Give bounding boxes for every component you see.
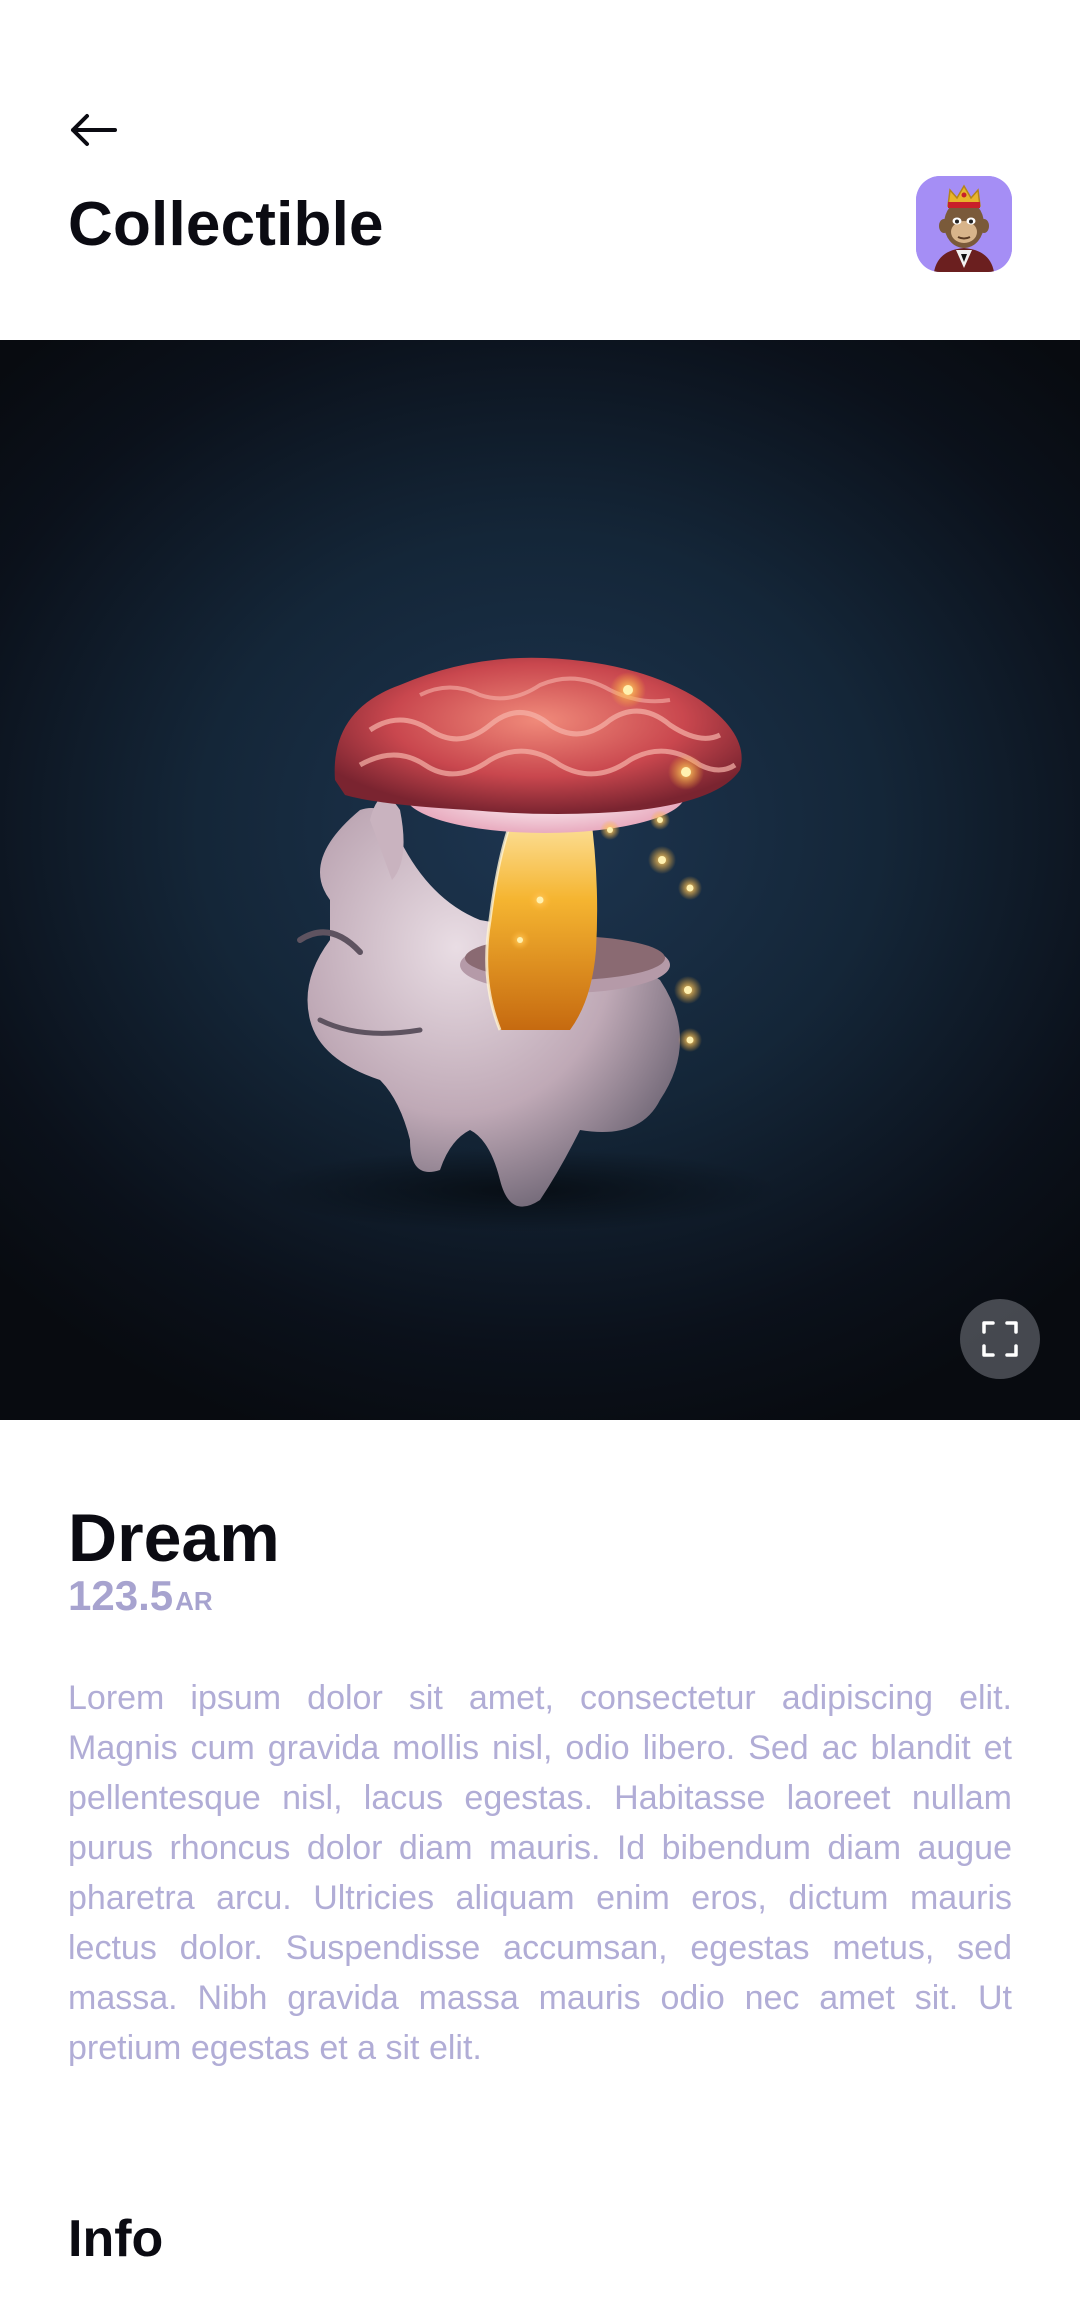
collectible-name: Dream [68, 1500, 280, 1576]
price-unit: AR [175, 1586, 213, 1616]
fullscreen-icon [982, 1321, 1018, 1357]
arrow-left-icon [71, 114, 117, 146]
fullscreen-button[interactable] [960, 1299, 1040, 1379]
ape-avatar-icon [916, 176, 1012, 272]
collectible-image [0, 340, 1080, 1420]
info-section-title: Info [68, 2210, 164, 2268]
mushroom-creature-image [260, 657, 780, 1232]
page-title: Collectible [68, 190, 384, 259]
user-avatar[interactable] [916, 176, 1012, 272]
collectible-description: Lorem ipsum dolor sit amet, consectetur … [68, 1679, 1012, 2067]
back-button[interactable] [66, 106, 120, 154]
price: 123.5AR [68, 1572, 213, 1630]
price-value: 123.5 [68, 1572, 174, 1619]
